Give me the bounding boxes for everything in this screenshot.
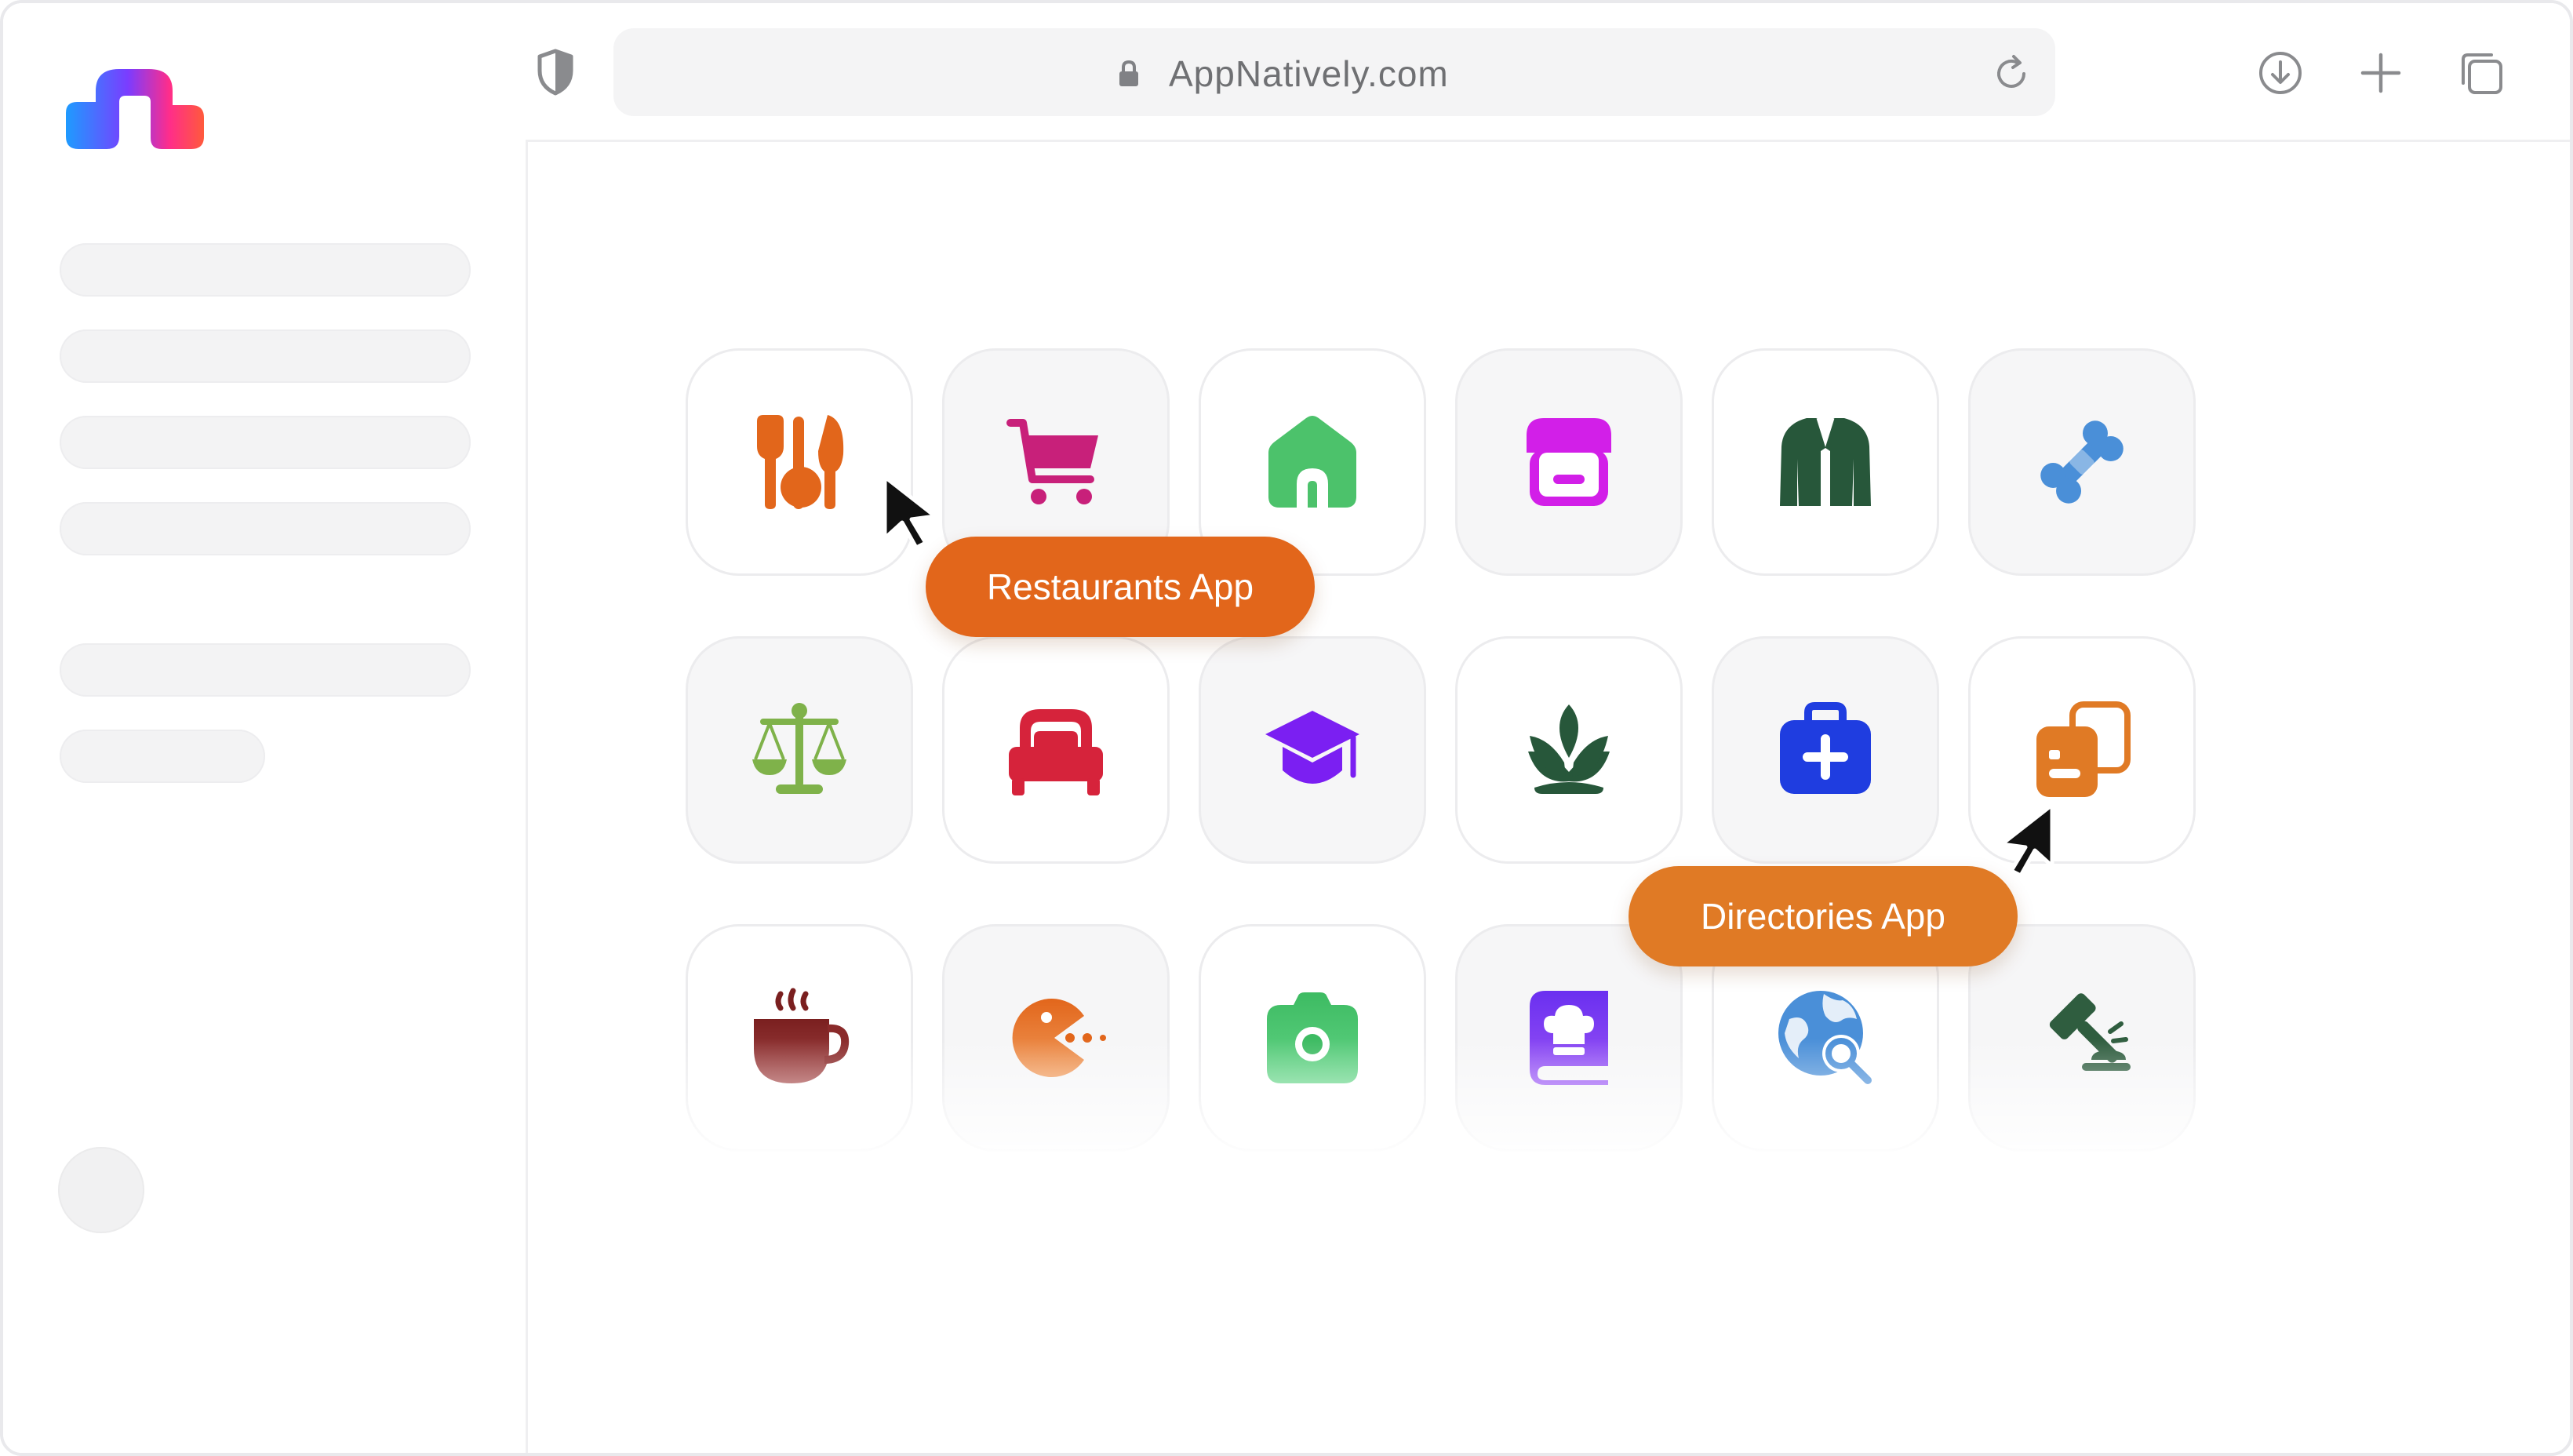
browser-window: AppNatively.com Restaurants App Director… (0, 0, 2573, 1456)
sidebar-placeholder-item[interactable] (60, 329, 471, 383)
sidebar (3, 3, 528, 1453)
first-aid-kit-icon (1780, 702, 1871, 794)
bone-icon (2040, 420, 2124, 504)
app-tile-recipes[interactable] (1455, 924, 1683, 1152)
shopping-cart-icon (1006, 419, 1098, 504)
sidebar-placeholder-item[interactable] (60, 416, 471, 469)
directory-cards-icon (2036, 701, 2131, 797)
app-tile-auctions[interactable] (1968, 924, 2196, 1152)
coffee-cup-icon (754, 988, 850, 1083)
app-tile-cafe[interactable] (686, 924, 913, 1152)
camera-icon (1267, 992, 1358, 1083)
restaurants-app-tooltip: Restaurants App (926, 537, 1315, 637)
globe-search-icon (1778, 991, 1872, 1084)
app-tile-wellness[interactable] (1455, 636, 1683, 864)
jacket-icon (1780, 417, 1871, 506)
app-tile-hotels[interactable] (942, 636, 1170, 864)
app-tile-games[interactable] (942, 924, 1170, 1152)
avatar[interactable] (58, 1147, 144, 1233)
cursor-icon (2000, 803, 2054, 877)
app-tile-photography[interactable] (1199, 924, 1426, 1152)
app-tile-pets[interactable] (1968, 348, 2196, 576)
new-tab-icon[interactable] (2356, 49, 2405, 97)
tabs-icon[interactable] (2457, 49, 2506, 97)
bed-icon (1009, 709, 1103, 795)
app-tile-medical[interactable] (1712, 636, 1939, 864)
download-icon[interactable] (2256, 49, 2305, 97)
appnatively-logo[interactable] (63, 64, 207, 152)
app-tile-restaurants[interactable] (686, 348, 913, 576)
store-icon (1527, 418, 1611, 506)
app-tile-education[interactable] (1199, 636, 1426, 864)
home-icon (1268, 416, 1356, 508)
app-tile-store[interactable] (1455, 348, 1683, 576)
pacman-icon (1012, 999, 1106, 1077)
app-tile-fashion[interactable] (1712, 348, 1939, 576)
app-tile-legal[interactable] (686, 636, 913, 864)
reload-icon[interactable] (1991, 53, 2032, 94)
url-text[interactable]: AppNatively.com (1169, 49, 1449, 99)
cursor-icon (883, 475, 937, 549)
graduation-cap-icon (1265, 711, 1359, 784)
sidebar-placeholder-item[interactable] (60, 730, 265, 783)
lock-icon (1119, 60, 1138, 86)
restaurant-icon (757, 415, 844, 509)
scales-icon (752, 703, 846, 794)
sidebar-placeholder-item[interactable] (60, 502, 471, 555)
shield-icon[interactable] (537, 49, 574, 96)
cookbook-icon (1530, 991, 1608, 1085)
sidebar-placeholder-item[interactable] (60, 643, 471, 697)
lotus-icon (1528, 704, 1610, 794)
directories-app-tooltip: Directories App (1629, 866, 2018, 966)
sidebar-placeholder-item[interactable] (60, 243, 471, 297)
gavel-icon (2049, 993, 2131, 1071)
